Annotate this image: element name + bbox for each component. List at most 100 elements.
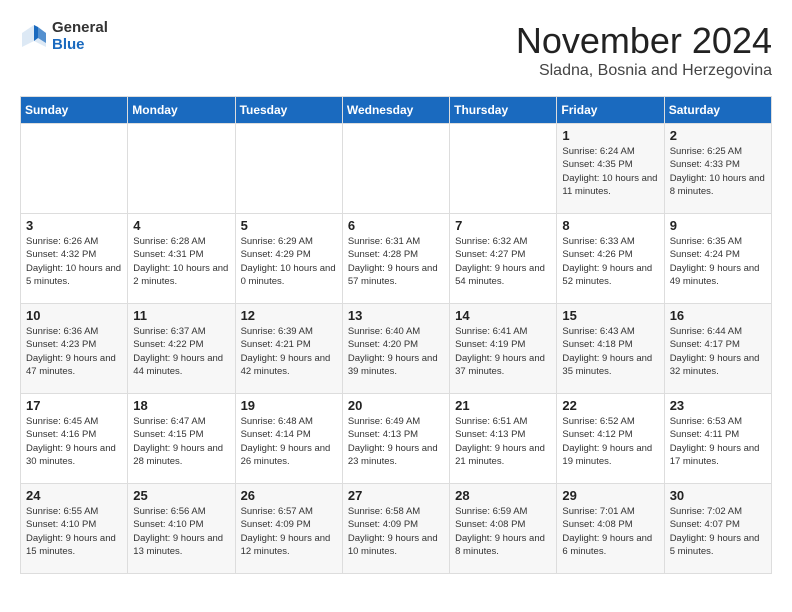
calendar-cell: 13 Sunrise: 6:40 AM Sunset: 4:20 PM Dayli… xyxy=(342,304,449,394)
calendar-cell: 1 Sunrise: 6:24 AM Sunset: 4:35 PM Daylig… xyxy=(557,124,664,214)
day-info: Sunrise: 6:53 AM Sunset: 4:11 PM Dayligh… xyxy=(670,415,766,468)
day-number: 19 xyxy=(241,398,337,413)
calendar-header: Sunday Monday Tuesday Wednesday Thursday… xyxy=(21,97,772,124)
calendar-cell: 29Sunrise: 7:01 AM Sunset: 4:08 PM Dayli… xyxy=(557,484,664,574)
day-info: Sunrise: 6:26 AM Sunset: 4:32 PM Dayligh… xyxy=(26,235,122,288)
header-monday: Monday xyxy=(128,97,235,124)
day-number: 17 xyxy=(26,398,122,413)
calendar-cell: 2 Sunrise: 6:25 AM Sunset: 4:33 PM Daylig… xyxy=(664,124,771,214)
calendar-cell: 30Sunrise: 7:02 AM Sunset: 4:07 PM Dayli… xyxy=(664,484,771,574)
day-info: Sunrise: 6:55 AM Sunset: 4:10 PM Dayligh… xyxy=(26,505,122,558)
calendar-cell xyxy=(21,124,128,214)
day-info: Sunrise: 6:31 AM Sunset: 4:28 PM Dayligh… xyxy=(348,235,444,288)
calendar-cell: 25 Sunrise: 6:56 AM Sunset: 4:10 PM Dayli… xyxy=(128,484,235,574)
day-number: 16 xyxy=(670,308,766,323)
header-tuesday: Tuesday xyxy=(235,97,342,124)
day-info: Sunrise: 6:25 AM Sunset: 4:33 PM Dayligh… xyxy=(670,145,766,198)
day-info: Sunrise: 6:49 AM Sunset: 4:13 PM Dayligh… xyxy=(348,415,444,468)
header-thursday: Thursday xyxy=(450,97,557,124)
calendar-week-2: 3 Sunrise: 6:26 AM Sunset: 4:32 PM Daylig… xyxy=(21,214,772,304)
day-number: 2 xyxy=(670,128,766,143)
calendar-cell: 16 Sunrise: 6:44 AM Sunset: 4:17 PM Dayli… xyxy=(664,304,771,394)
day-number: 22 xyxy=(562,398,658,413)
day-info: Sunrise: 6:40 AM Sunset: 4:20 PM Dayligh… xyxy=(348,325,444,378)
day-info: Sunrise: 6:29 AM Sunset: 4:29 PM Dayligh… xyxy=(241,235,337,288)
calendar-cell: 4 Sunrise: 6:28 AM Sunset: 4:31 PM Daylig… xyxy=(128,214,235,304)
day-info: Sunrise: 6:52 AM Sunset: 4:12 PM Dayligh… xyxy=(562,415,658,468)
day-info: Sunrise: 6:45 AM Sunset: 4:16 PM Dayligh… xyxy=(26,415,122,468)
day-info: Sunrise: 6:37 AM Sunset: 4:22 PM Dayligh… xyxy=(133,325,229,378)
day-number: 8 xyxy=(562,218,658,233)
day-info: Sunrise: 7:01 AM Sunset: 4:08 PM Dayligh… xyxy=(562,505,658,558)
day-number: 9 xyxy=(670,218,766,233)
page-header: General Blue November 2024 Sladna, Bosni… xyxy=(20,20,772,80)
day-info: Sunrise: 6:47 AM Sunset: 4:15 PM Dayligh… xyxy=(133,415,229,468)
day-number: 3 xyxy=(26,218,122,233)
logo-icon xyxy=(20,23,48,51)
logo-general: General xyxy=(52,20,108,37)
day-info: Sunrise: 6:44 AM Sunset: 4:17 PM Dayligh… xyxy=(670,325,766,378)
logo: General Blue xyxy=(20,20,108,53)
logo-text: General Blue xyxy=(52,20,108,53)
header-saturday: Saturday xyxy=(664,97,771,124)
calendar-cell: 27Sunrise: 6:58 AM Sunset: 4:09 PM Dayli… xyxy=(342,484,449,574)
logo-blue: Blue xyxy=(52,37,108,54)
day-number: 20 xyxy=(348,398,444,413)
day-number: 25 xyxy=(133,488,229,503)
day-info: Sunrise: 6:51 AM Sunset: 4:13 PM Dayligh… xyxy=(455,415,551,468)
calendar-body: 1 Sunrise: 6:24 AM Sunset: 4:35 PM Daylig… xyxy=(21,124,772,574)
day-info: Sunrise: 6:56 AM Sunset: 4:10 PM Dayligh… xyxy=(133,505,229,558)
calendar-cell xyxy=(235,124,342,214)
calendar-cell: 19 Sunrise: 6:48 AM Sunset: 4:14 PM Dayli… xyxy=(235,394,342,484)
calendar-cell: 8Sunrise: 6:33 AM Sunset: 4:26 PM Daylig… xyxy=(557,214,664,304)
calendar-cell xyxy=(342,124,449,214)
day-info: Sunrise: 6:24 AM Sunset: 4:35 PM Dayligh… xyxy=(562,145,658,198)
calendar-cell: 20 Sunrise: 6:49 AM Sunset: 4:13 PM Dayli… xyxy=(342,394,449,484)
calendar-table: Sunday Monday Tuesday Wednesday Thursday… xyxy=(20,96,772,574)
location: Sladna, Bosnia and Herzegovina xyxy=(516,62,772,80)
day-info: Sunrise: 6:48 AM Sunset: 4:14 PM Dayligh… xyxy=(241,415,337,468)
calendar-week-5: 24Sunrise: 6:55 AM Sunset: 4:10 PM Dayli… xyxy=(21,484,772,574)
header-sunday: Sunday xyxy=(21,97,128,124)
calendar-cell: 12 Sunrise: 6:39 AM Sunset: 4:21 PM Dayli… xyxy=(235,304,342,394)
title-section: November 2024 Sladna, Bosnia and Herzego… xyxy=(516,20,772,80)
calendar-cell: 22 Sunrise: 6:52 AM Sunset: 4:12 PM Dayli… xyxy=(557,394,664,484)
day-number: 1 xyxy=(562,128,658,143)
calendar-cell: 21Sunrise: 6:51 AM Sunset: 4:13 PM Dayli… xyxy=(450,394,557,484)
day-info: Sunrise: 6:28 AM Sunset: 4:31 PM Dayligh… xyxy=(133,235,229,288)
header-row: Sunday Monday Tuesday Wednesday Thursday… xyxy=(21,97,772,124)
day-info: Sunrise: 6:59 AM Sunset: 4:08 PM Dayligh… xyxy=(455,505,551,558)
calendar-cell: 26 Sunrise: 6:57 AM Sunset: 4:09 PM Dayli… xyxy=(235,484,342,574)
day-number: 26 xyxy=(241,488,337,503)
day-info: Sunrise: 6:43 AM Sunset: 4:18 PM Dayligh… xyxy=(562,325,658,378)
day-number: 27 xyxy=(348,488,444,503)
calendar-cell: 17 Sunrise: 6:45 AM Sunset: 4:16 PM Dayli… xyxy=(21,394,128,484)
calendar-cell: 14Sunrise: 6:41 AM Sunset: 4:19 PM Dayli… xyxy=(450,304,557,394)
calendar-week-1: 1 Sunrise: 6:24 AM Sunset: 4:35 PM Daylig… xyxy=(21,124,772,214)
calendar-cell: 18 Sunrise: 6:47 AM Sunset: 4:15 PM Dayli… xyxy=(128,394,235,484)
calendar-cell: 11 Sunrise: 6:37 AM Sunset: 4:22 PM Dayli… xyxy=(128,304,235,394)
day-number: 18 xyxy=(133,398,229,413)
day-info: Sunrise: 6:57 AM Sunset: 4:09 PM Dayligh… xyxy=(241,505,337,558)
calendar-week-4: 17 Sunrise: 6:45 AM Sunset: 4:16 PM Dayli… xyxy=(21,394,772,484)
day-number: 15 xyxy=(562,308,658,323)
calendar-cell xyxy=(128,124,235,214)
day-number: 6 xyxy=(348,218,444,233)
day-number: 13 xyxy=(348,308,444,323)
calendar-cell: 23 Sunrise: 6:53 AM Sunset: 4:11 PM Dayli… xyxy=(664,394,771,484)
day-number: 5 xyxy=(241,218,337,233)
day-info: Sunrise: 6:39 AM Sunset: 4:21 PM Dayligh… xyxy=(241,325,337,378)
day-info: Sunrise: 7:02 AM Sunset: 4:07 PM Dayligh… xyxy=(670,505,766,558)
calendar-cell: 5 Sunrise: 6:29 AM Sunset: 4:29 PM Daylig… xyxy=(235,214,342,304)
calendar-cell: 24Sunrise: 6:55 AM Sunset: 4:10 PM Dayli… xyxy=(21,484,128,574)
day-number: 23 xyxy=(670,398,766,413)
month-title: November 2024 xyxy=(516,20,772,62)
day-number: 10 xyxy=(26,308,122,323)
day-info: Sunrise: 6:41 AM Sunset: 4:19 PM Dayligh… xyxy=(455,325,551,378)
day-number: 11 xyxy=(133,308,229,323)
day-number: 12 xyxy=(241,308,337,323)
calendar-cell: 9Sunrise: 6:35 AM Sunset: 4:24 PM Daylig… xyxy=(664,214,771,304)
day-number: 4 xyxy=(133,218,229,233)
calendar-cell: 28Sunrise: 6:59 AM Sunset: 4:08 PM Dayli… xyxy=(450,484,557,574)
calendar-cell: 3 Sunrise: 6:26 AM Sunset: 4:32 PM Daylig… xyxy=(21,214,128,304)
